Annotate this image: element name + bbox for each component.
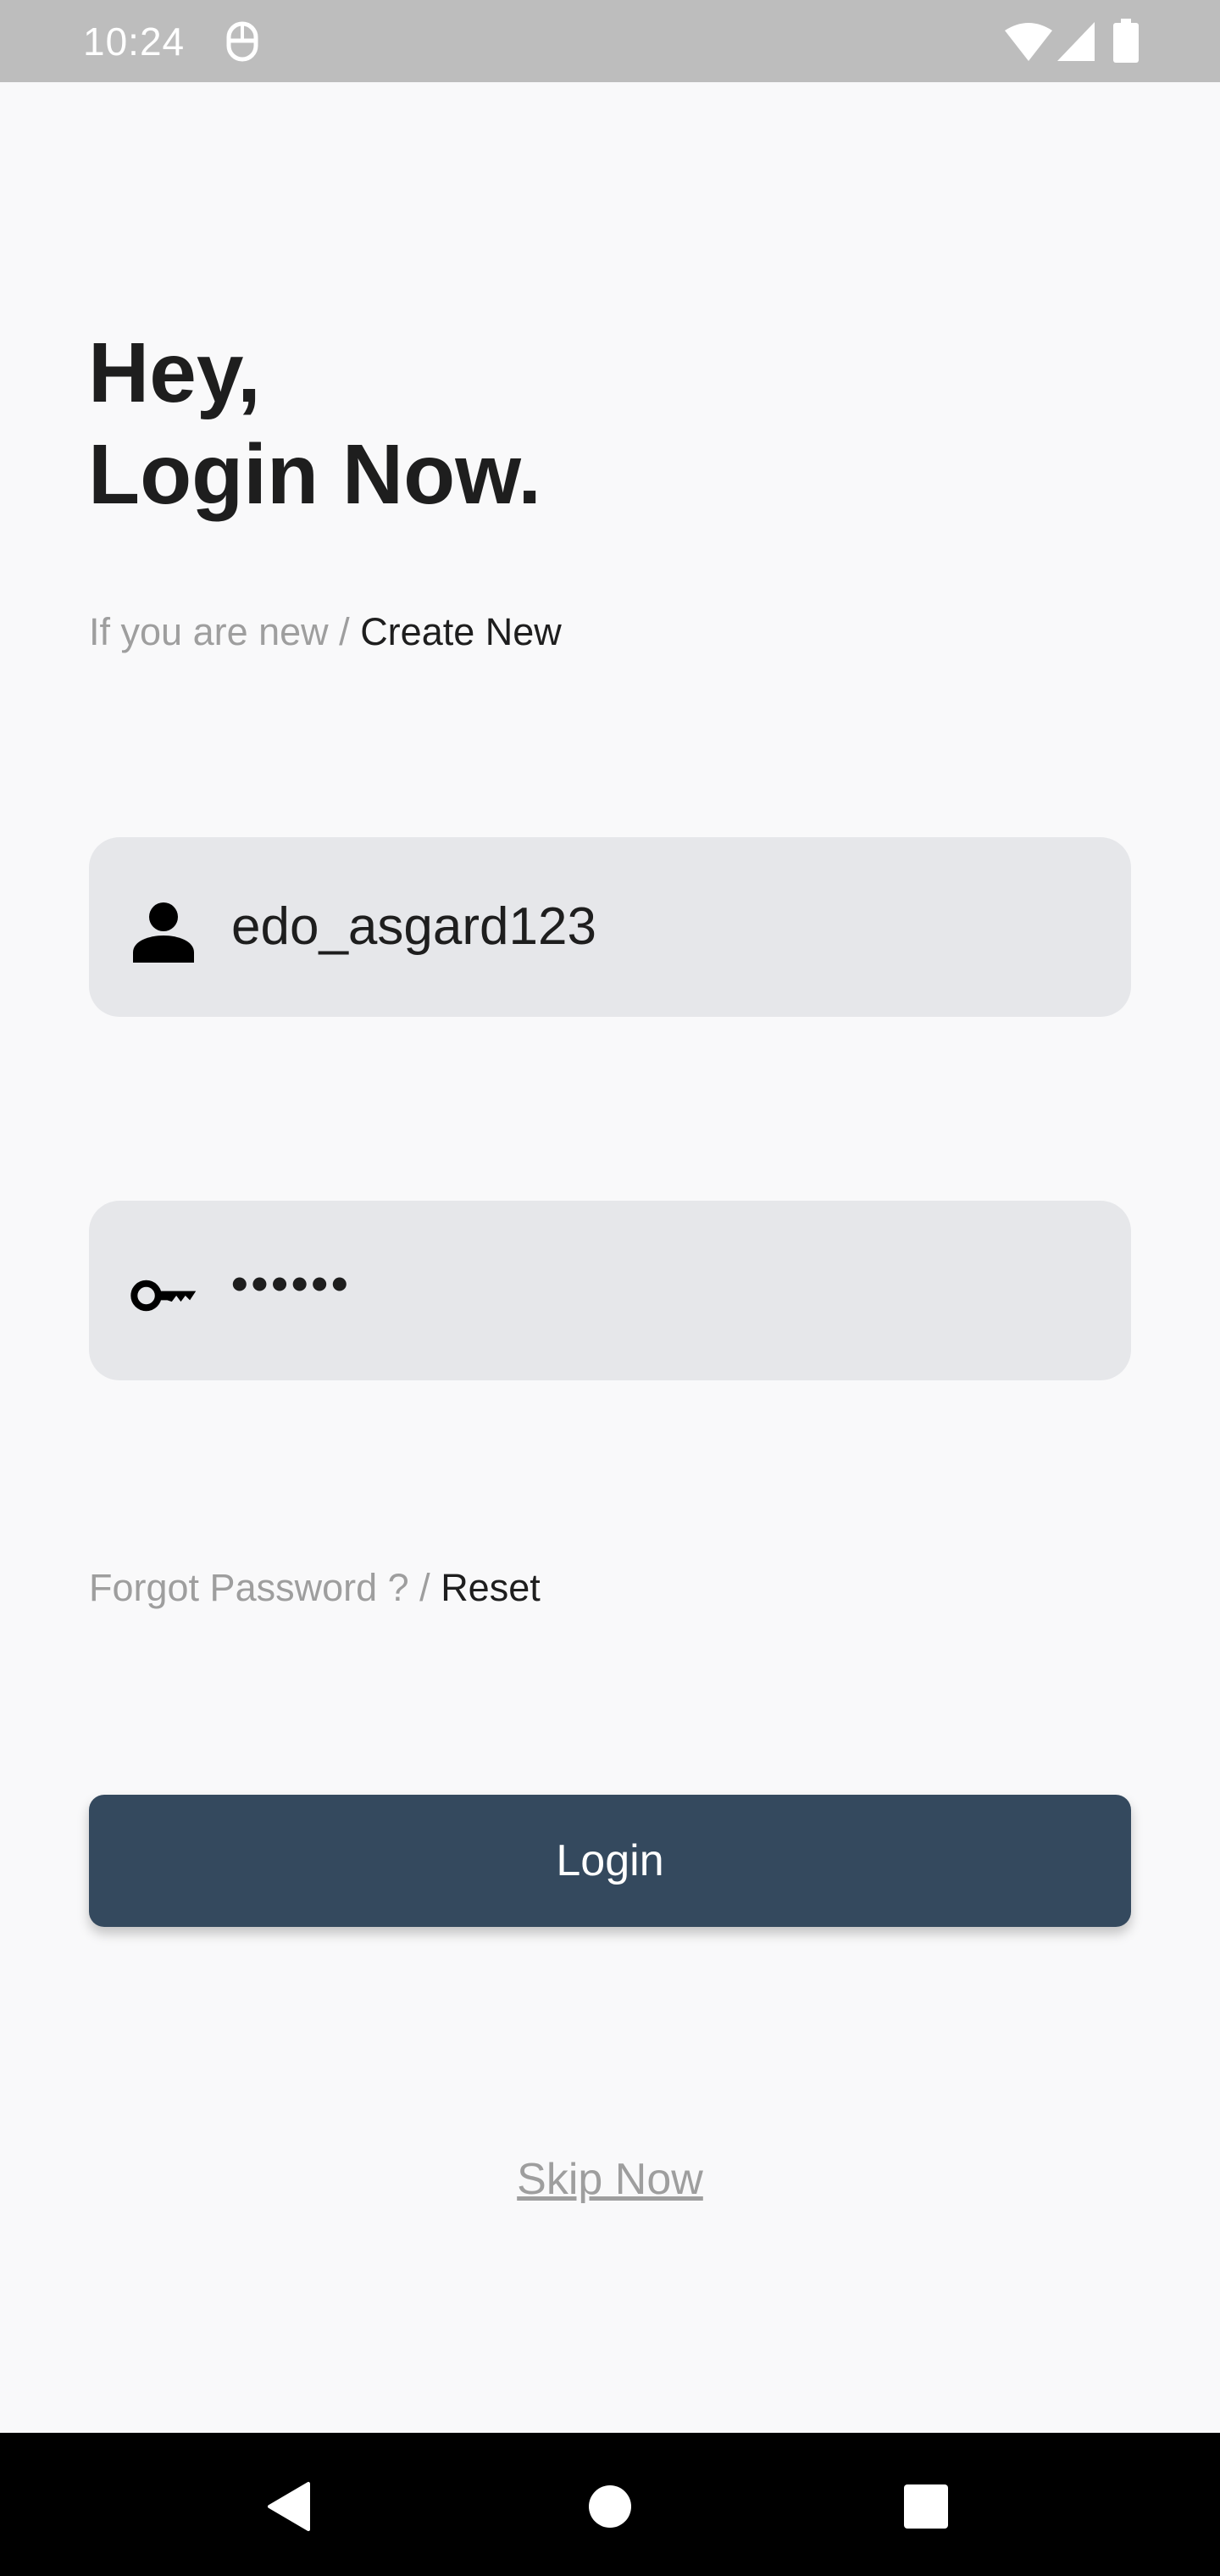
person-icon	[133, 902, 194, 963]
reset-link[interactable]: Reset	[441, 1566, 541, 1609]
forgot-password-text: Forgot Password ? /	[89, 1566, 430, 1609]
home-icon[interactable]	[587, 2484, 633, 2529]
battery-icon	[1113, 19, 1139, 63]
username-value[interactable]: edo_asgard123	[231, 895, 596, 959]
title-line-1: Hey,	[88, 325, 261, 420]
title-line-2: Login Now.	[88, 427, 542, 522]
notification-icon	[226, 21, 258, 62]
password-field[interactable]: ••••••	[89, 1201, 1131, 1380]
cell-signal-icon	[1057, 22, 1095, 61]
navigation-bar	[0, 2433, 1220, 2576]
password-value[interactable]: ••••••	[231, 1252, 352, 1316]
key-icon	[130, 1280, 197, 1312]
back-icon[interactable]	[264, 2480, 313, 2533]
skip-now-link[interactable]: Skip Now	[0, 2152, 1220, 2207]
status-time: 10:24	[83, 19, 186, 64]
username-field[interactable]: edo_asgard123	[89, 837, 1131, 1017]
login-button[interactable]: Login	[89, 1795, 1131, 1927]
create-new-link[interactable]: Create New	[360, 610, 562, 653]
wifi-icon	[1005, 23, 1052, 61]
signup-prompt-text: If you are new /	[89, 610, 350, 653]
signup-prompt: If you are new / Create New	[89, 607, 562, 658]
status-bar: 10:24	[0, 0, 1220, 82]
forgot-password-prompt: Forgot Password ? / Reset	[89, 1563, 541, 1613]
recents-icon[interactable]	[903, 2484, 949, 2529]
page-title: Hey, Login Now.	[88, 322, 541, 525]
